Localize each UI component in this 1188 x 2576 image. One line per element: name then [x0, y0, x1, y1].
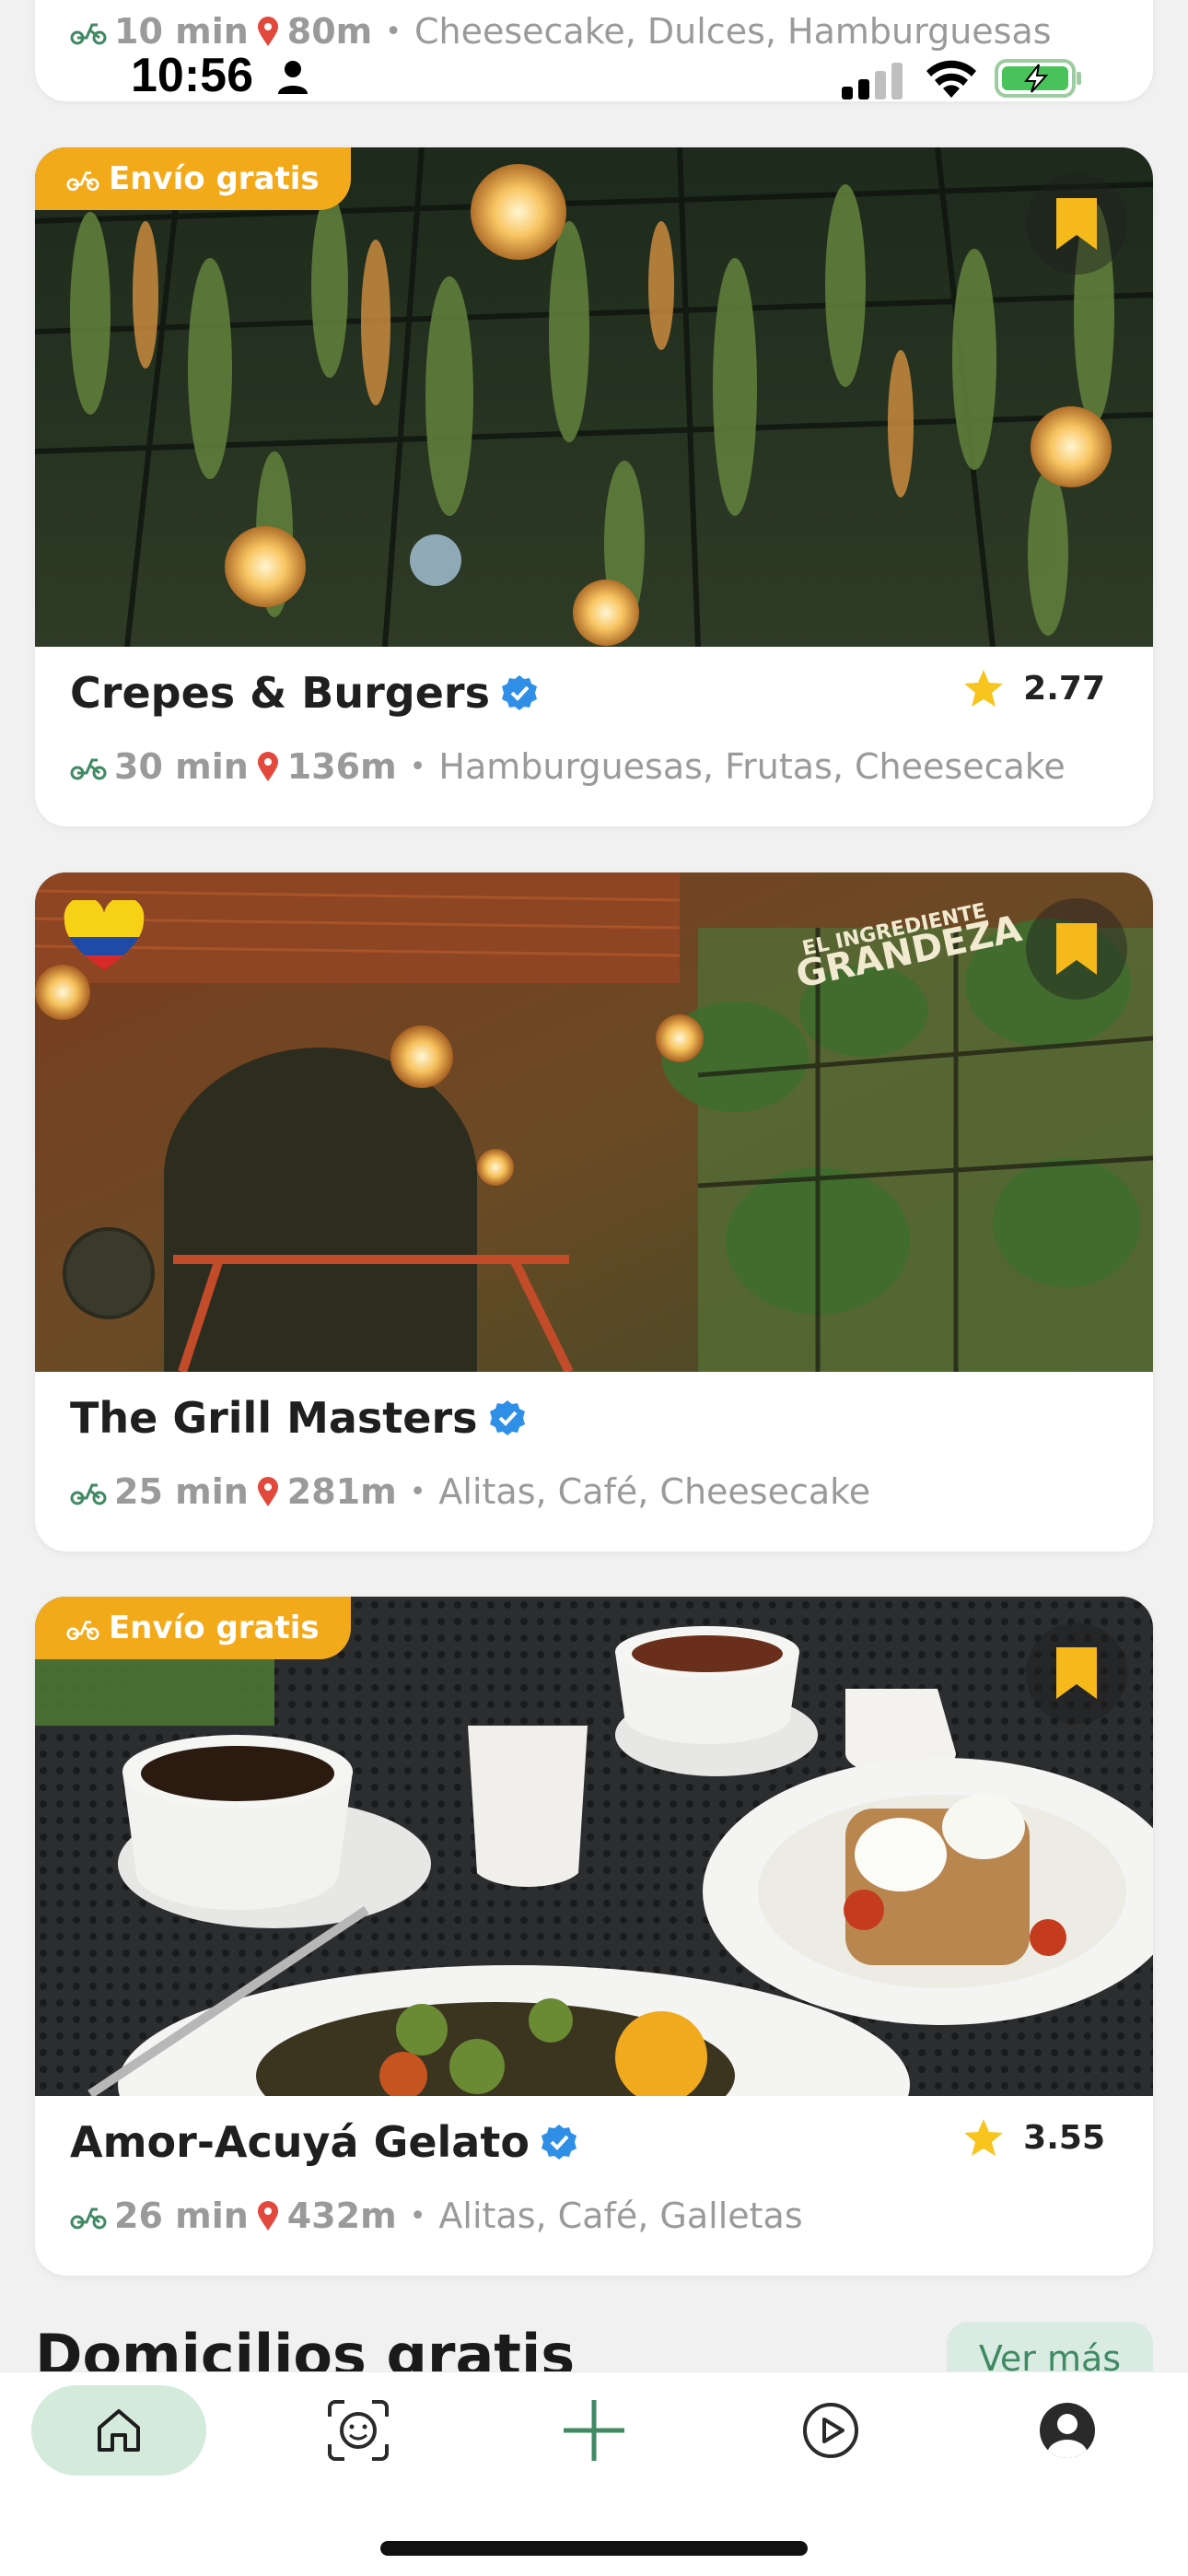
badge-label: Envío gratis [109, 1610, 320, 1646]
restaurant-name-text: Amor-Acuyá Gelato [70, 2117, 530, 2167]
wifi-icon [926, 60, 976, 98]
restaurant-card[interactable]: Envío gratis Amor-Acuyá Gelato 3.55 26 m… [35, 1597, 1153, 2276]
distance: 136m [286, 746, 397, 787]
separator-dot: • [409, 2199, 426, 2232]
scooter-icon [70, 758, 107, 780]
rating-value: 2.77 [1023, 669, 1105, 708]
categories: Alitas, Café, Cheesecake [438, 1471, 871, 1512]
restaurant-card[interactable]: EL INGREDIENTE GRANDEZA The Grill Master… [35, 872, 1153, 1551]
scooter-icon [70, 2207, 107, 2230]
status-time: 10:56 [131, 49, 253, 102]
star-icon [964, 670, 1004, 707]
star-icon [964, 2119, 1004, 2156]
delivery-time: 25 min [114, 1471, 249, 1512]
restaurant-feed-screen: 10:56 10 min 80m • Cheesecake, Dulces, H… [0, 0, 1188, 2576]
restaurant-name-text: Crepes & Burgers [70, 668, 490, 718]
home-indicator [380, 2541, 808, 2556]
distance: 432m [286, 2195, 397, 2236]
nav-face-scan[interactable] [313, 2385, 403, 2476]
nav-add[interactable] [549, 2385, 639, 2476]
cellular-signal-icon [842, 63, 903, 100]
restaurant-card[interactable]: Envío gratis Crepes & Burgers 2.77 30 mi… [35, 147, 1153, 826]
nav-home[interactable] [31, 2385, 206, 2476]
rating-value: 3.55 [1023, 2118, 1105, 2157]
separator-dot: • [409, 1475, 426, 1508]
separator-dot: • [409, 750, 426, 783]
card-meta: 25 min 281m • Alitas, Café, Cheesecake [70, 1471, 870, 1512]
restaurant-photo: Envío gratis [35, 147, 1153, 647]
bookmark-icon [1056, 1647, 1097, 1699]
location-pin-icon [257, 752, 278, 781]
badge-label: Envío gratis [109, 160, 320, 197]
categories: Hamburguesas, Frutas, Cheesecake [438, 746, 1066, 787]
face-scan-icon [328, 2400, 389, 2461]
restaurant-photo: EL INGREDIENTE GRANDEZA [35, 872, 1153, 1372]
profile-icon [1040, 2403, 1095, 2458]
bookmark-icon [1056, 923, 1097, 975]
scooter-icon [66, 171, 99, 192]
categories: Alitas, Café, Galletas [438, 2195, 803, 2236]
bookmark-button[interactable] [1026, 1622, 1127, 1724]
delivery-time: 30 min [114, 746, 249, 787]
nav-profile[interactable] [1022, 2385, 1112, 2476]
bookmark-icon [1056, 198, 1097, 250]
verified-badge-icon [501, 675, 537, 710]
restaurant-name: The Grill Masters [70, 1393, 526, 1443]
verified-badge-icon [541, 2125, 577, 2160]
restaurant-name: Amor-Acuyá Gelato [70, 2117, 577, 2167]
rating: 3.55 [962, 2117, 1105, 2158]
card-meta: 26 min 432m • Alitas, Café, Galletas [70, 2195, 803, 2236]
location-pin-icon [257, 2201, 278, 2231]
play-icon [803, 2403, 858, 2458]
card-meta: 30 min 136m • Hamburguesas, Frutas, Chee… [70, 746, 1066, 787]
nav-play[interactable] [786, 2385, 876, 2476]
delivery-time: 26 min [114, 2195, 249, 2236]
location-pin-icon [257, 1477, 278, 1506]
restaurant-name: Crepes & Burgers [70, 668, 538, 718]
scooter-icon [70, 1483, 107, 1505]
plus-icon [564, 2400, 624, 2461]
distance: 281m [286, 1471, 397, 1512]
restaurant-name-text: The Grill Masters [70, 1393, 478, 1443]
bookmark-button[interactable] [1026, 898, 1127, 1000]
bookmark-button[interactable] [1026, 173, 1127, 275]
scooter-icon [66, 1621, 99, 1641]
restaurant-photo: Envío gratis [35, 1597, 1153, 2096]
battery-charging-icon [995, 59, 1081, 98]
free-delivery-badge: Envío gratis [35, 1597, 351, 1659]
colombia-flag-heart-icon [64, 900, 145, 971]
home-icon [98, 2409, 140, 2452]
verified-badge-icon [489, 1400, 525, 1435]
status-bar: 10:56 [0, 0, 1188, 120]
rating: 2.77 [962, 668, 1105, 708]
free-delivery-badge: Envío gratis [35, 147, 351, 210]
person-icon [278, 61, 308, 94]
